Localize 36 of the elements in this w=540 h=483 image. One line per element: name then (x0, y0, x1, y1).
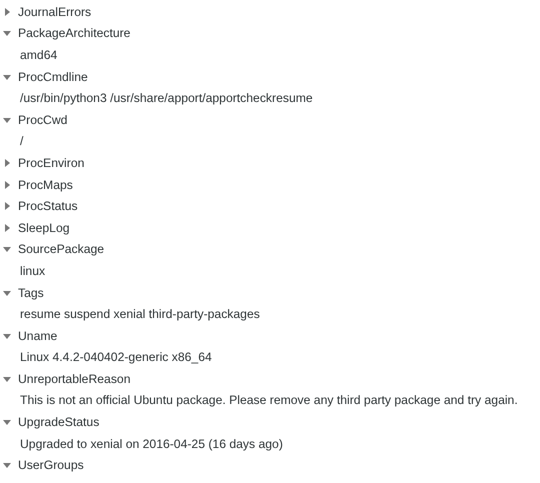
tree-item-label[interactable]: ProcStatus (15, 199, 78, 214)
collapsed-arrow-icon[interactable] (3, 8, 11, 16)
tree-item-value: linux (19, 264, 46, 278)
expanded-arrow-icon[interactable] (3, 461, 11, 470)
tree-item-label[interactable]: ProcCmdline (15, 70, 88, 84)
expanded-arrow-icon[interactable] (3, 116, 11, 124)
tree-item-value: / (19, 134, 24, 148)
expanded-arrow-icon[interactable] (3, 245, 11, 254)
collapsed-arrow-icon[interactable] (3, 202, 11, 210)
expanded-arrow-icon[interactable] (3, 29, 11, 38)
tree-item-value: This is not an official Ubuntu package. Please remove any third party package and try again. (19, 393, 518, 408)
tree-item-label[interactable]: ProcMaps (15, 178, 73, 192)
expanded-arrow-icon[interactable] (3, 374, 11, 383)
tree-item-label[interactable]: JournalErrors (15, 4, 92, 19)
tree-item-value: resume suspend xenial third-party-packages (19, 307, 260, 322)
expanded-arrow-icon[interactable] (3, 332, 11, 340)
tree-item-label[interactable]: SleepLog (15, 220, 70, 235)
tree-item-value: Linux 4.4.2-040402-generic x86_64 (19, 350, 212, 364)
tree-item-label[interactable]: SourcePackage (15, 242, 104, 256)
tree-item-label[interactable]: ProcCwd (15, 112, 68, 127)
collapsed-arrow-icon[interactable] (3, 158, 11, 167)
tree-item-label[interactable]: UserGroups (15, 458, 84, 472)
collapsed-arrow-icon[interactable] (3, 180, 11, 189)
expanded-arrow-icon[interactable] (3, 72, 11, 81)
collapsed-arrow-icon[interactable] (3, 224, 11, 232)
tree-item-label[interactable]: Uname (15, 328, 58, 343)
tree-item-value: /usr/bin/python3 /usr/share/apport/apportcheckresume (19, 91, 313, 106)
tree-item-label[interactable]: PackageArchitecture (15, 26, 130, 40)
expanded-arrow-icon[interactable] (3, 288, 11, 297)
expanded-arrow-icon[interactable] (3, 418, 11, 426)
tree-item-label[interactable]: UpgradeStatus (15, 415, 100, 430)
tree-item-label[interactable]: UnreportableReason (15, 372, 130, 386)
tree-item-label[interactable]: ProcEnviron (15, 156, 84, 170)
tree-item-value: Upgraded to xenial on 2016-04-25 (16 days ago) (19, 436, 283, 451)
tree-item-label[interactable]: Tags (15, 286, 44, 300)
tree-item-value: amd64 (19, 48, 58, 62)
